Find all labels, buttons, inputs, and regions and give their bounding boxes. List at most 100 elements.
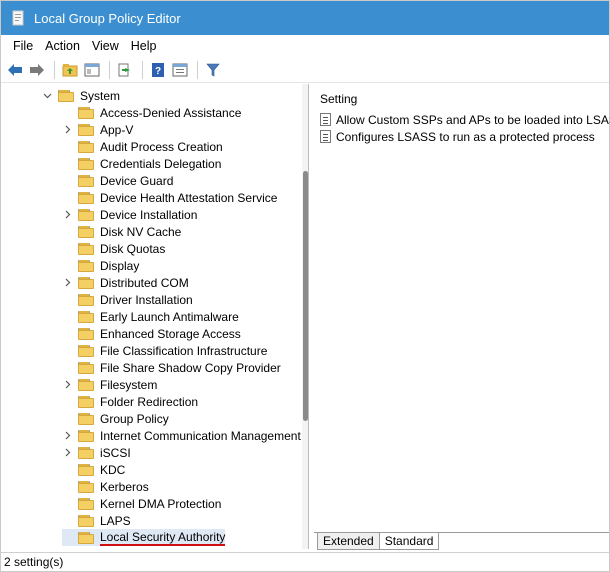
tree-item[interactable]: App-V	[62, 121, 133, 138]
window: Local Group Policy Editor File Action Vi…	[0, 0, 610, 572]
folder-icon	[78, 276, 94, 289]
tree-item[interactable]: Device Guard	[62, 172, 173, 189]
tree-item-label: Group Policy	[100, 411, 169, 426]
tree-item[interactable]: Disk NV Cache	[62, 223, 181, 240]
folder-icon	[78, 497, 94, 510]
tree-item[interactable]: Folder Redirection	[62, 393, 198, 410]
tab-standard[interactable]: Standard	[378, 533, 440, 550]
folder-icon	[78, 174, 94, 187]
chevron-right-icon[interactable]	[62, 210, 72, 220]
tree-item-label: LAPS	[100, 513, 131, 528]
scrollbar-thumb[interactable]	[303, 171, 308, 421]
filter-icon[interactable]	[203, 60, 223, 80]
back-icon[interactable]	[5, 60, 25, 80]
chevron-right-icon[interactable]	[62, 431, 72, 441]
folder-icon	[78, 446, 94, 459]
folder-icon	[78, 191, 94, 204]
folder-icon	[78, 412, 94, 425]
folder-icon	[78, 480, 94, 493]
title-bar: Local Group Policy Editor	[1, 1, 609, 35]
tree-item-label: Driver Installation	[100, 292, 193, 307]
menu-action[interactable]: Action	[39, 39, 86, 53]
tree-item[interactable]: Audit Process Creation	[62, 138, 223, 155]
tree-item[interactable]: Display	[62, 257, 139, 274]
tree-item[interactable]: File Share Shadow Copy Provider	[62, 359, 281, 376]
folder-icon	[58, 89, 74, 102]
folder-icon	[78, 157, 94, 170]
toolbar-separator	[109, 60, 110, 79]
policy-setting-icon	[320, 130, 331, 143]
folder-icon	[78, 259, 94, 272]
tree-item-label: App-V	[100, 122, 134, 137]
group-policy-app-icon	[10, 10, 26, 26]
tree-item-label: Disk Quotas	[100, 241, 166, 256]
tree-item[interactable]: Internet Communication Management	[62, 427, 301, 444]
tree-item[interactable]: Kerberos	[62, 478, 149, 495]
chevron-right-icon[interactable]	[62, 448, 72, 458]
tree-item[interactable]: Device Health Attestation Service	[62, 189, 277, 206]
export-list-icon[interactable]	[115, 60, 135, 80]
menu-view[interactable]: View	[86, 39, 125, 53]
tree-item[interactable]: iSCSI	[62, 444, 131, 461]
tree-item-label: KDC	[100, 462, 126, 477]
folder-icon	[78, 344, 94, 357]
chevron-right-icon[interactable]	[62, 278, 72, 288]
folder-icon	[78, 514, 94, 527]
tree-item-label: Device Installation	[100, 207, 198, 222]
menu-help[interactable]: Help	[125, 39, 163, 53]
setting-name: Configures LSASS to run as a protected p…	[336, 129, 595, 144]
tree-item-label: Display	[100, 258, 140, 273]
setting-row[interactable]: Allow Custom SSPs and APs to be loaded i…	[320, 111, 610, 128]
status-bar: 2 setting(s)	[1, 552, 609, 571]
tree-item[interactable]: KDC	[62, 461, 125, 478]
folder-icon	[78, 531, 94, 544]
tree-item[interactable]: Distributed COM	[62, 274, 189, 291]
tree-item-label: Local Security Authority	[100, 529, 226, 546]
tree-item[interactable]: LAPS	[62, 512, 131, 529]
tree-item[interactable]: Early Launch Antimalware	[62, 308, 239, 325]
folder-icon	[78, 327, 94, 340]
tree-item-label: File Share Shadow Copy Provider	[100, 360, 281, 375]
tree-item-label: Device Guard	[100, 173, 174, 188]
window-title: Local Group Policy Editor	[34, 10, 181, 26]
show-hide-tree-icon[interactable]	[82, 60, 102, 80]
chevron-down-icon[interactable]	[42, 91, 52, 101]
tree-item[interactable]: Local Security Authority	[62, 529, 226, 546]
folder-icon	[78, 140, 94, 153]
tree-item[interactable]: Filesystem	[62, 376, 157, 393]
toolbar-separator	[197, 60, 198, 79]
tree-item[interactable]: Enhanced Storage Access	[62, 325, 241, 342]
tree-item[interactable]: File Classification Infrastructure	[62, 342, 267, 359]
folder-icon	[78, 225, 94, 238]
help-icon[interactable]: ?	[148, 60, 168, 80]
tree-scrollbar[interactable]	[302, 84, 308, 549]
tree-item-label: iSCSI	[100, 445, 131, 460]
chevron-right-icon[interactable]	[62, 380, 72, 390]
tree-item[interactable]: Access-Denied Assistance	[62, 104, 241, 121]
menu-file[interactable]: File	[7, 39, 39, 53]
tree-item-label: Early Launch Antimalware	[100, 309, 239, 324]
tree-item[interactable]: Device Installation	[62, 206, 197, 223]
tree-item-label: Kernel DMA Protection	[100, 496, 222, 511]
chevron-right-icon[interactable]	[62, 125, 72, 135]
tab-extended[interactable]: Extended	[317, 533, 380, 550]
up-folder-icon[interactable]	[60, 60, 80, 80]
setting-column-header[interactable]: Setting	[320, 92, 357, 106]
forward-icon[interactable]	[27, 60, 47, 80]
tree-item-label: Folder Redirection	[100, 394, 199, 409]
setting-row[interactable]: Configures LSASS to run as a protected p…	[320, 128, 595, 145]
tree-item[interactable]: Group Policy	[62, 410, 169, 427]
tree-item-label: Device Health Attestation Service	[100, 190, 278, 205]
tree-item-system[interactable]: System	[42, 87, 120, 104]
tree-item[interactable]: Disk Quotas	[62, 240, 165, 257]
tree-pane[interactable]: System Access-Denied Assistance App-V Audit…	[6, 84, 309, 549]
policy-setting-icon	[320, 113, 331, 126]
tree-item-label: System	[80, 88, 121, 103]
properties-icon[interactable]	[170, 60, 190, 80]
tree-item[interactable]: Credentials Delegation	[62, 155, 221, 172]
menu-bar: File Action View Help	[1, 35, 609, 57]
folder-icon	[78, 293, 94, 306]
folder-icon	[78, 463, 94, 476]
tree-item[interactable]: Kernel DMA Protection	[62, 495, 221, 512]
tree-item[interactable]: Driver Installation	[62, 291, 193, 308]
